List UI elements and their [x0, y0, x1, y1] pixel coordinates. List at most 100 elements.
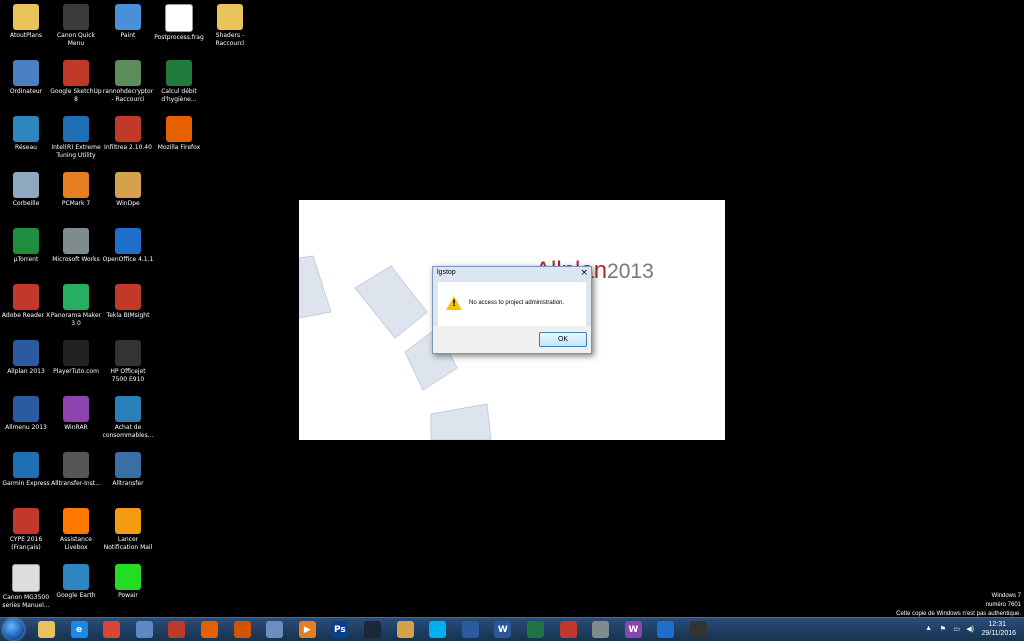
close-icon[interactable]: × [580, 268, 588, 278]
ok-button[interactable]: OK [539, 332, 587, 347]
photoshop-icon[interactable]: Ps [331, 621, 349, 638]
watermark-line1: Windows 7 [991, 593, 1021, 599]
desktop-icon[interactable]: Powair [102, 564, 154, 600]
network-icon[interactable]: ▭ [953, 625, 960, 633]
desktop-icon[interactable]: Google SketchUp 8 [50, 60, 102, 104]
folder-icon [217, 4, 243, 30]
desktop-icon[interactable]: Assistance Livebox [50, 508, 102, 552]
taskbar: e ▶ Ps W W ▲ ⚑ ▭ ◀) 12:31 29/11/2016 [0, 617, 1024, 641]
desktop-icon[interactable]: Postprocess.frag [153, 4, 205, 42]
desktop-icon[interactable]: Alltransfer-Inst... [50, 452, 102, 488]
paint-icon[interactable] [233, 621, 251, 638]
desktop-icon[interactable]: Réseau [0, 116, 52, 152]
winrar-icon [63, 396, 89, 422]
desktop-icon[interactable]: Paint [102, 4, 154, 40]
desktop-icon[interactable]: WinRAR [50, 396, 102, 432]
settings-icon[interactable] [592, 621, 610, 638]
desktop-icon-label: Allplan 2013 [7, 368, 45, 375]
desktop-icon[interactable]: Infiltrea 2.10.40 [102, 116, 154, 152]
firefox-icon[interactable] [201, 621, 218, 638]
infiltrea-icon [115, 116, 141, 142]
desktop-icon-label: CYPE 2016 (Français) [9, 536, 43, 551]
clock-date[interactable]: 29/11/2016 [981, 630, 1016, 637]
desktop-icon[interactable]: Calcul débit d'hygiène... [153, 60, 205, 104]
desktop-icon-label: Assistance Livebox [60, 536, 92, 551]
shop-icon [115, 396, 141, 422]
dialog-footer: OK [433, 326, 591, 353]
desktop-icon[interactable]: Adobe Reader X [0, 284, 52, 320]
volume-icon[interactable]: ◀) [966, 625, 974, 633]
desktop-icon-label: rannohdecryptor - Raccourci [102, 88, 154, 103]
desktop-icon-label: Achat de consommables... [102, 424, 154, 439]
skype-icon[interactable] [429, 621, 447, 638]
media-player-icon[interactable]: ▶ [298, 621, 316, 638]
start-button[interactable] [3, 619, 24, 640]
desktop-icon[interactable]: Panorama Maker 3.0 [50, 284, 102, 328]
action-center-flag-icon[interactable]: ⚑ [940, 625, 946, 633]
desktop-icon-label: Mozilla Firefox [157, 144, 201, 151]
desktop-icon-label: Garmin Express [2, 480, 50, 487]
intel-icon [63, 116, 89, 142]
desktop-icon-label: Powair [118, 592, 138, 599]
desktop-icon[interactable]: Canon MG3500 series Manuel... [0, 564, 52, 610]
desktop-icon[interactable]: Allmenu 2013 [0, 396, 52, 432]
desktop-icon[interactable]: Tekla BIMsight [102, 284, 154, 320]
desktop-icon[interactable]: µTorrent [0, 228, 52, 264]
steam-icon[interactable] [364, 621, 381, 638]
word-icon[interactable]: W [494, 621, 512, 638]
desktop-icon[interactable]: CYPE 2016 (Français) [0, 508, 52, 552]
folder-icon[interactable] [396, 621, 414, 638]
desktop-icon[interactable]: Garmin Express [0, 452, 52, 488]
desktop-icon[interactable]: Intel(R) Extreme Tuning Utility [50, 116, 102, 160]
chrome-icon[interactable] [103, 621, 121, 638]
desktop-icon[interactable]: Canon Quick Menu [50, 4, 102, 48]
garmin-icon [13, 452, 39, 478]
window-icon[interactable] [266, 621, 284, 638]
paint-icon [115, 4, 141, 30]
mail-icon[interactable] [135, 621, 153, 638]
printer-icon[interactable] [690, 621, 707, 638]
desktop-icon[interactable]: PCMark 7 [50, 172, 102, 208]
desktop-icon[interactable]: Microsoft Works [50, 228, 102, 264]
desktop-icon[interactable]: OpenOffice 4.1.1 [102, 228, 154, 264]
desktop-icon[interactable]: Shaders - Raccourci [204, 4, 256, 48]
desktop-icon[interactable]: Lancer Notification Mail [102, 508, 154, 552]
sketchup-icon[interactable] [559, 621, 577, 638]
desktop-icon[interactable]: WinDpe [102, 172, 154, 208]
pcmark-icon [63, 172, 89, 198]
openoffice-icon[interactable] [657, 621, 675, 638]
winrar-icon[interactable]: W [624, 621, 642, 638]
desktop-icon-label: Ordinateur [9, 88, 43, 95]
explorer-icon[interactable] [38, 621, 55, 638]
desktop-icon[interactable]: Alltransfer [102, 452, 154, 488]
desktop-icon[interactable]: Allplan 2013 [0, 340, 52, 376]
dialog-message: No access to project administration. [469, 300, 565, 306]
desktop-icon[interactable]: PlayerTuto.com [50, 340, 102, 376]
desktop-icon[interactable]: Google Earth [50, 564, 102, 600]
excel-icon[interactable] [527, 621, 544, 638]
show-hidden-icons-icon[interactable]: ▲ [925, 625, 932, 632]
desktop-icon-label: Intel(R) Extreme Tuning Utility [51, 144, 101, 159]
desktop-icon[interactable]: HP Officejet 7500 E910 [102, 340, 154, 384]
manual-icon [12, 564, 40, 592]
desktop-icon-label: Corbeille [12, 200, 40, 207]
desktop-icon[interactable]: rannohdecryptor - Raccourci [102, 60, 154, 104]
desktop-icon[interactable]: Ordinateur [0, 60, 52, 96]
desktop-icon-label: Alltransfer-Inst... [51, 480, 101, 487]
allplan-icon [13, 340, 39, 366]
app-icon [115, 60, 141, 86]
desktop-icon[interactable]: Corbeille [0, 172, 52, 208]
antivirus-icon[interactable] [168, 621, 186, 638]
desktop-icon[interactable]: Mozilla Firefox [153, 116, 205, 152]
app-icon[interactable] [461, 621, 479, 638]
clock-time[interactable]: 12:31 [988, 621, 1006, 628]
desktop-icon[interactable]: Achat de consommables... [102, 396, 154, 440]
desktop-icon-label: Canon Quick Menu [56, 32, 95, 47]
desktop-icon[interactable]: AtoutPlans [0, 4, 52, 40]
desktop-icon-label: HP Officejet 7500 E910 [110, 368, 146, 383]
powair-icon [115, 564, 141, 590]
transfer-icon [115, 452, 141, 478]
internet-explorer-icon[interactable]: e [70, 621, 88, 638]
house-icon [115, 172, 141, 198]
dialog-body: No access to project administration. [438, 282, 586, 326]
